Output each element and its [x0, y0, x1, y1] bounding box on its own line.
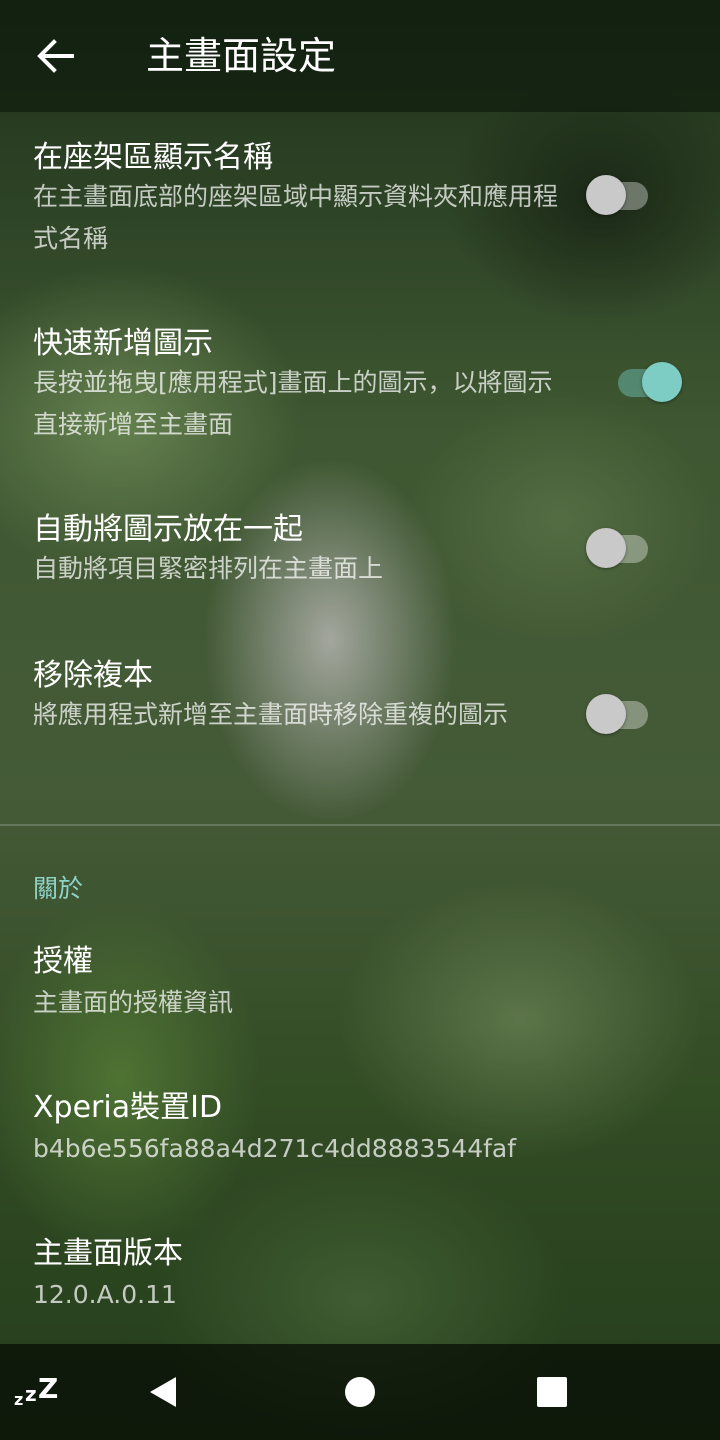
app-bar: 主畫面設定: [0, 0, 720, 112]
about-item-license[interactable]: 授權 主畫面的授權資訊: [0, 926, 720, 1066]
toggle-switch-off[interactable]: [584, 170, 664, 220]
recents-square-icon: [537, 1377, 567, 1407]
about-item-title: Xperia裝置ID: [33, 1090, 223, 1125]
about-item-description: 主畫面的授權資訊: [33, 988, 234, 1017]
setting-description: 自動將項目緊密排列在主畫面上: [33, 554, 384, 583]
switch-thumb: [586, 175, 626, 215]
switch-thumb: [642, 362, 682, 402]
toggle-switch-off[interactable]: [584, 689, 664, 739]
nav-back-button[interactable]: [136, 1364, 192, 1420]
setting-auto-arrange-icons[interactable]: 自動將圖示放在一起 自動將項目緊密排列在主畫面上: [0, 484, 720, 630]
setting-title: 移除複本: [33, 658, 153, 693]
back-triangle-icon: [150, 1377, 176, 1407]
toggle-switch-off[interactable]: [584, 523, 664, 573]
nav-recents-button[interactable]: [524, 1364, 580, 1420]
setting-show-dock-names[interactable]: 在座架區顯示名稱 在主畫面底部的座架區域中顯示資料夾和應用程式名稱: [0, 112, 720, 298]
back-button[interactable]: [26, 26, 86, 86]
about-item-title: 授權: [33, 944, 93, 979]
switch-thumb: [586, 694, 626, 734]
setting-title: 自動將圖示放在一起: [33, 512, 303, 547]
setting-description: 將應用程式新增至主畫面時移除重複的圖示: [33, 700, 509, 729]
about-item-device-id[interactable]: Xperia裝置ID b4b6e556fa88a4d271c4dd8883544…: [0, 1072, 720, 1212]
home-circle-icon: [345, 1377, 375, 1407]
system-navigation-bar: z z Z: [0, 1344, 720, 1440]
about-item-version[interactable]: 主畫面版本 12.0.A.0.11: [0, 1218, 720, 1344]
setting-description: 長按並拖曳[應用程式]畫面上的圖示，以將圖示直接新增至主畫面: [33, 368, 553, 439]
setting-title: 快速新增圖示: [33, 326, 213, 361]
section-header-about: 關於: [33, 874, 84, 903]
setting-title: 在座架區顯示名稱: [33, 140, 273, 175]
section-divider: [0, 824, 720, 826]
about-item-title: 主畫面版本: [33, 1236, 183, 1271]
about-item-description: 12.0.A.0.11: [33, 1280, 177, 1309]
setting-description: 在主畫面底部的座架區域中顯示資料夾和應用程式名稱: [33, 182, 559, 253]
nav-home-button[interactable]: [332, 1364, 388, 1420]
arrow-left-icon: [37, 39, 74, 73]
setting-remove-duplicates[interactable]: 移除複本 將應用程式新增至主畫面時移除重複的圖示: [0, 630, 720, 820]
switch-thumb: [586, 528, 626, 568]
setting-quick-add-icons[interactable]: 快速新增圖示 長按並拖曳[應用程式]畫面上的圖示，以將圖示直接新增至主畫面: [0, 298, 720, 484]
about-item-description: b4b6e556fa88a4d271c4dd8883544faf: [33, 1134, 517, 1163]
page-title: 主畫面設定: [146, 34, 337, 78]
toggle-switch-on[interactable]: [602, 357, 682, 407]
settings-list[interactable]: 在座架區顯示名稱 在主畫面底部的座架區域中顯示資料夾和應用程式名稱 快速新增圖示…: [0, 112, 720, 1344]
sleep-zzz-icon[interactable]: z z Z: [12, 1372, 62, 1416]
